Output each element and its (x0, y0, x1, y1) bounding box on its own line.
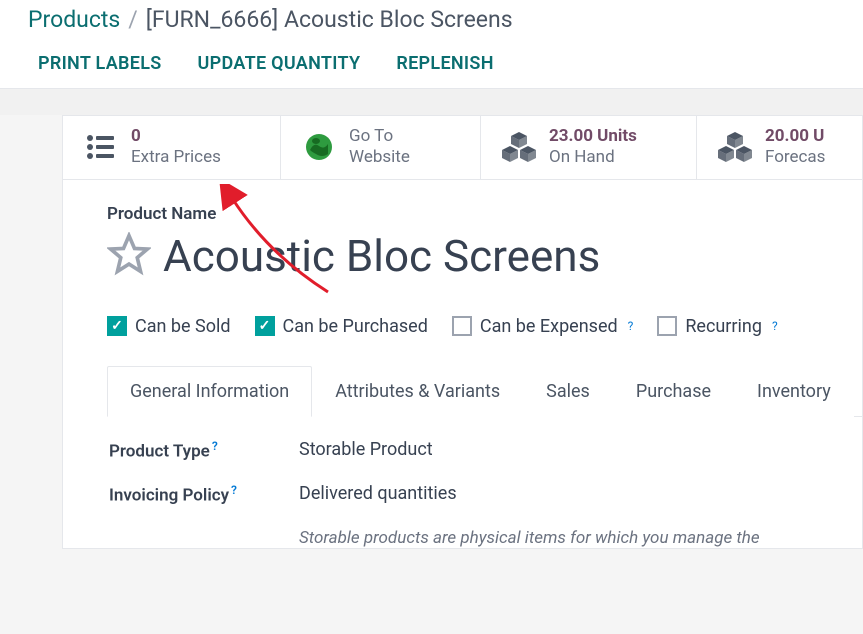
checkbox-unchecked-icon (452, 316, 472, 336)
general-info-panel: Product Type? Storable Product Invoicing… (107, 417, 862, 548)
website-line1: Go To (349, 126, 410, 147)
help-icon[interactable]: ? (231, 483, 237, 497)
help-icon[interactable]: ? (212, 439, 218, 453)
on-hand-value: 23.00 Units (549, 126, 637, 147)
extra-prices-label: Extra Prices (131, 147, 221, 168)
cubes-icon (501, 129, 537, 165)
can-be-sold-label: Can be Sold (135, 316, 231, 337)
website-line2: Website (349, 147, 410, 168)
stat-strip: 0 Extra Prices Go To Website (63, 116, 862, 180)
can-be-sold-checkbox[interactable]: Can be Sold (107, 316, 231, 337)
on-hand-label: On Hand (549, 147, 637, 168)
print-labels-button[interactable]: PRINT LABELS (38, 53, 162, 74)
cubes-icon (717, 129, 753, 165)
checkbox-unchecked-icon (657, 316, 677, 336)
checkbox-checked-icon (255, 316, 275, 336)
invoicing-policy-label: Invoicing Policy? (109, 483, 299, 506)
can-be-expensed-label: Can be Expensed (480, 316, 618, 337)
product-name-label: Product Name (107, 204, 862, 224)
action-toolbar: PRINT LABELS UPDATE QUANTITY REPLENISH (0, 43, 863, 89)
breadcrumb-separator: / (128, 6, 138, 33)
breadcrumb-products-link[interactable]: Products (28, 6, 120, 33)
product-type-label: Product Type? (109, 439, 299, 462)
tab-attributes-variants[interactable]: Attributes & Variants (312, 366, 523, 417)
breadcrumb-current: [FURN_6666] Acoustic Bloc Screens (146, 6, 513, 33)
tab-purchase[interactable]: Purchase (613, 366, 734, 417)
checkbox-checked-icon (107, 316, 127, 336)
forecasted-button[interactable]: 20.00 U Forecas (697, 116, 857, 179)
can-be-expensed-checkbox[interactable]: Can be Expensed ? (452, 316, 633, 337)
product-name-input[interactable]: Acoustic Bloc Screens (163, 230, 600, 282)
tab-sales[interactable]: Sales (523, 366, 613, 417)
list-icon (83, 129, 119, 165)
help-icon[interactable]: ? (628, 319, 634, 333)
can-be-purchased-label: Can be Purchased (283, 316, 428, 337)
product-tabs: General Information Attributes & Variant… (107, 365, 862, 417)
invoicing-policy-value[interactable]: Delivered quantities (299, 483, 457, 504)
breadcrumb: Products / [FURN_6666] Acoustic Bloc Scr… (0, 0, 863, 43)
help-icon[interactable]: ? (772, 319, 778, 333)
product-type-help-text: Storable products are physical items for… (299, 528, 862, 548)
update-quantity-button[interactable]: UPDATE QUANTITY (198, 53, 361, 74)
layout-gap (0, 89, 863, 115)
tab-general-information[interactable]: General Information (107, 366, 312, 417)
forecasted-value: 20.00 U (765, 126, 825, 147)
can-be-purchased-checkbox[interactable]: Can be Purchased (255, 316, 428, 337)
go-to-website-button[interactable]: Go To Website (281, 116, 481, 179)
product-type-value[interactable]: Storable Product (299, 439, 433, 460)
favorite-star-icon[interactable] (107, 232, 151, 280)
replenish-button[interactable]: REPLENISH (396, 53, 493, 74)
forecasted-label: Forecas (765, 147, 825, 168)
recurring-checkbox[interactable]: Recurring ? (657, 316, 777, 337)
recurring-label: Recurring (685, 316, 762, 337)
product-name-row: Acoustic Bloc Screens (107, 230, 862, 282)
product-options-row: Can be Sold Can be Purchased Can be Expe… (107, 316, 862, 337)
tab-inventory[interactable]: Inventory (734, 366, 854, 417)
extra-prices-value: 0 (131, 126, 221, 147)
globe-icon (301, 129, 337, 165)
on-hand-button[interactable]: 23.00 Units On Hand (481, 116, 697, 179)
card-body: Product Name Acoustic Bloc Screens Can b… (63, 180, 862, 548)
extra-prices-button[interactable]: 0 Extra Prices (63, 116, 281, 179)
product-card: 0 Extra Prices Go To Website (62, 115, 863, 549)
